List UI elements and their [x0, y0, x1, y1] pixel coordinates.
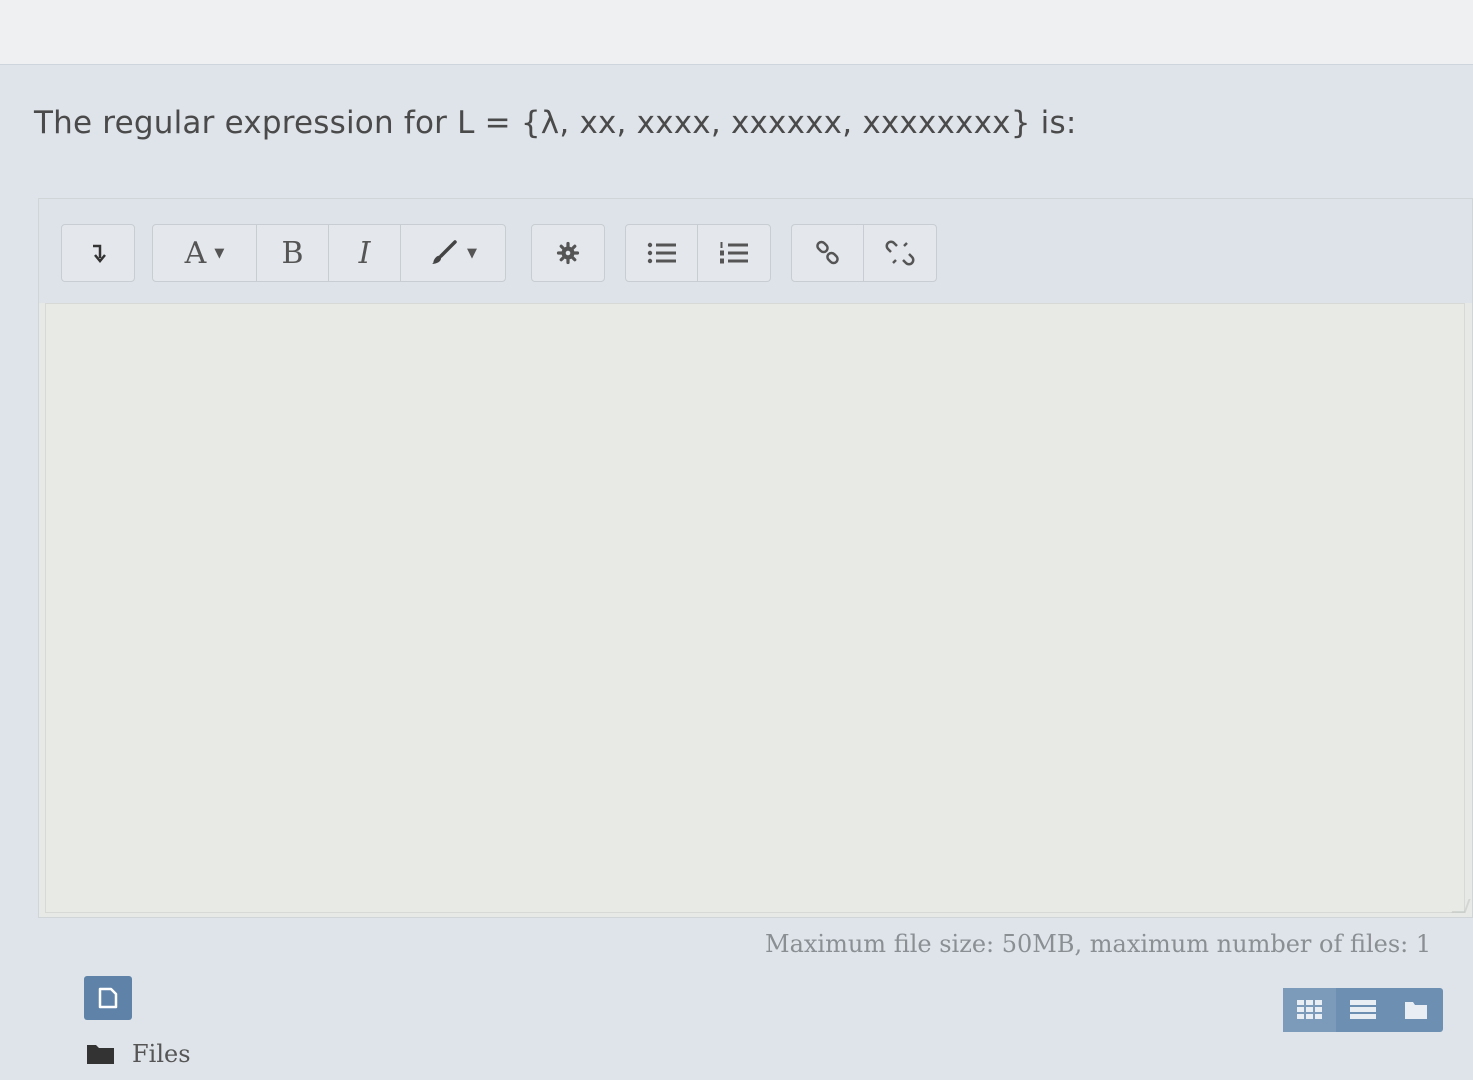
ordered-list-icon	[720, 242, 748, 264]
italic-label: I	[358, 235, 371, 271]
editor-content-area[interactable]	[45, 303, 1465, 913]
view-switcher	[1283, 988, 1443, 1032]
unlink-button[interactable]	[864, 225, 936, 281]
link-icon	[815, 240, 839, 265]
toolbar-group-lists	[625, 224, 771, 282]
settings-button[interactable]	[532, 225, 604, 281]
collapse-toggle-icon	[93, 244, 106, 263]
question-text: The regular expression for L = {λ, xx, x…	[34, 105, 1077, 141]
folder-icon	[87, 1045, 114, 1064]
top-strip	[0, 0, 1473, 72]
answer-editor: A ▼ B I ▼	[38, 198, 1473, 918]
paintbrush-icon	[432, 240, 457, 264]
paragraph-style-label: A	[184, 235, 207, 271]
list-view-icon	[1349, 1000, 1376, 1019]
toolbar-group-format: A ▼ B I ▼	[152, 224, 506, 282]
grid-view-icon	[1296, 1000, 1322, 1019]
add-file-button[interactable]	[84, 976, 132, 1020]
toolbar-toggle-button[interactable]	[62, 225, 134, 281]
unordered-list-icon	[647, 242, 676, 264]
tree-view-button[interactable]	[1390, 988, 1443, 1032]
style-button[interactable]: ▼	[401, 225, 505, 281]
bold-label: B	[281, 235, 304, 271]
link-button[interactable]	[792, 225, 864, 281]
toolbar-group-links	[791, 224, 937, 282]
file-icon	[98, 987, 118, 1009]
toolbar-group-settings	[531, 224, 605, 282]
list-view-button[interactable]	[1336, 988, 1389, 1032]
grid-view-button[interactable]	[1283, 988, 1337, 1032]
paragraph-style-button[interactable]: A ▼	[153, 225, 257, 281]
editor-toolbar: A ▼ B I ▼	[39, 199, 1472, 303]
file-restrictions-text: Maximum file size: 50MB, maximum number …	[765, 930, 1432, 958]
files-tree-item[interactable]: Files	[86, 1040, 191, 1068]
files-label: Files	[132, 1040, 191, 1068]
folder-icon	[1405, 1002, 1428, 1019]
unlink-icon	[885, 240, 915, 266]
gear-icon	[556, 241, 580, 265]
ordered-list-button[interactable]	[698, 225, 770, 281]
italic-button[interactable]: I	[329, 225, 401, 281]
bold-button[interactable]: B	[257, 225, 329, 281]
toolbar-group-toggle	[61, 224, 135, 282]
chevron-down-icon: ▼	[467, 245, 477, 261]
chevron-down-icon: ▼	[214, 245, 225, 261]
unordered-list-button[interactable]	[626, 225, 698, 281]
